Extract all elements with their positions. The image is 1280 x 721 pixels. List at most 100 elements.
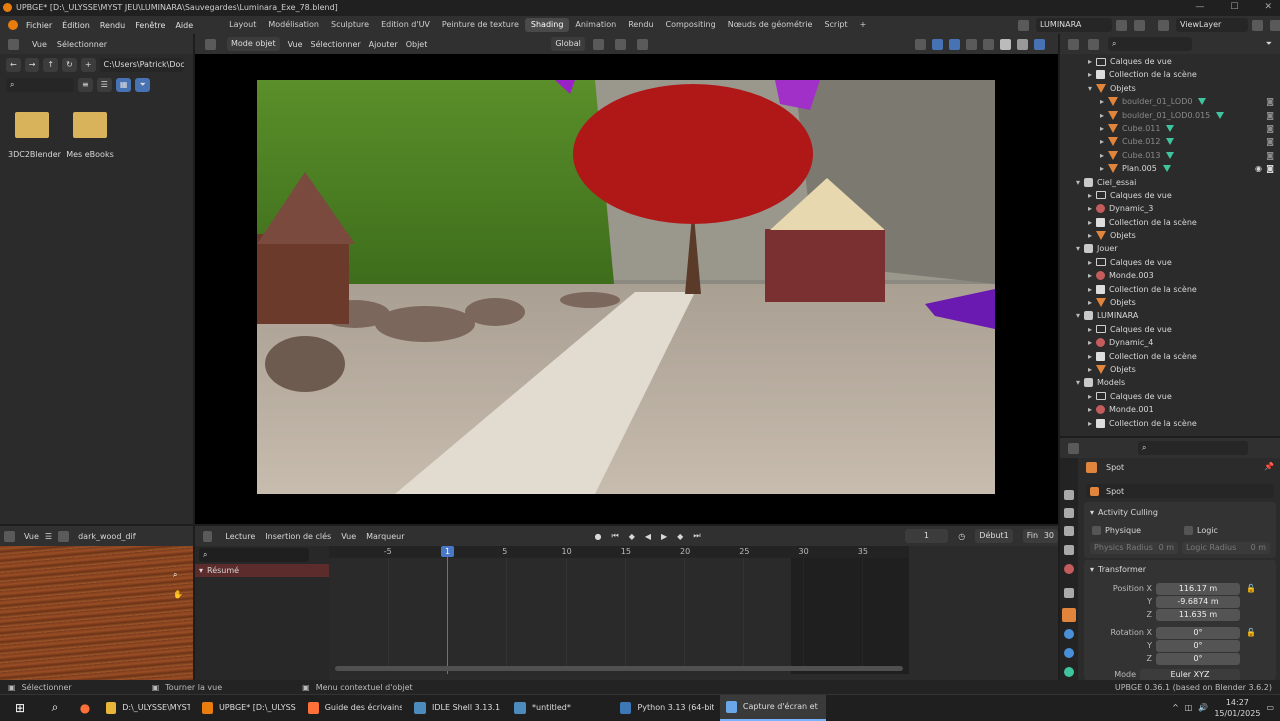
- taskbar-item[interactable]: IDLE Shell 3.13.1: [408, 695, 508, 721]
- object-tab-icon[interactable]: [1062, 608, 1076, 622]
- outliner-row[interactable]: ▸ Objets: [1060, 229, 1280, 242]
- workspace-tab[interactable]: Compositing: [660, 18, 722, 32]
- timeline-scrollbar[interactable]: [335, 666, 903, 671]
- outliner-row[interactable]: ▸ Collection de la scène: [1060, 283, 1280, 296]
- expand-arrow-icon[interactable]: ▸: [1100, 135, 1108, 148]
- expand-arrow-icon[interactable]: ▸: [1088, 417, 1096, 430]
- workspace-tab[interactable]: Layout: [223, 18, 262, 32]
- grid-view-icon[interactable]: ▦: [115, 78, 132, 92]
- expand-arrow-icon[interactable]: ▾: [1076, 242, 1084, 255]
- outliner-row[interactable]: ▸ Calques de vue: [1060, 189, 1280, 202]
- workspace-tab[interactable]: Shading: [524, 18, 570, 32]
- maximize-icon[interactable]: ☐: [1230, 2, 1238, 12]
- menu-0[interactable]: Fichier: [26, 21, 52, 30]
- expand-arrow-icon[interactable]: ▸: [1088, 403, 1096, 416]
- outliner-search-input[interactable]: ⌕: [1108, 37, 1192, 51]
- activity-culling-header[interactable]: ▾ Activity Culling: [1084, 502, 1276, 522]
- thumbnail-list-icon[interactable]: ☰: [96, 78, 112, 92]
- delete-scene-icon[interactable]: [1134, 19, 1145, 31]
- world-tab-icon[interactable]: [1064, 564, 1074, 574]
- outliner-row[interactable]: ▸ Calques de vue: [1060, 323, 1280, 336]
- xray-icon[interactable]: [966, 38, 977, 50]
- rotation-mode-dropdown[interactable]: Euler XYZ: [1140, 669, 1240, 680]
- zoom-icon[interactable]: ⌕: [173, 570, 177, 580]
- overlay-icon[interactable]: [949, 38, 960, 50]
- timeline-editor-icon[interactable]: [203, 530, 213, 542]
- timeline-menu-marker[interactable]: Marqueur: [366, 532, 404, 541]
- image-name-field[interactable]: dark_wood_diff_1: [78, 532, 136, 541]
- rotation-y-field[interactable]: 0°: [1156, 640, 1240, 652]
- clock-icon[interactable]: ◷: [958, 532, 965, 541]
- taskbar-item[interactable]: D:\_ULYSSE\MYST\...: [100, 695, 196, 721]
- windows-start-icon[interactable]: ⊞: [0, 701, 40, 715]
- forward-arrow-icon[interactable]: →: [24, 58, 40, 72]
- proportional-edit-icon[interactable]: [636, 38, 648, 50]
- viewport-menu-select[interactable]: Sélectionner: [311, 40, 361, 49]
- expand-arrow-icon[interactable]: ▸: [1088, 336, 1096, 349]
- expand-arrow-icon[interactable]: ▸: [1088, 323, 1096, 336]
- folder-item[interactable]: 3DC2Blender: [8, 112, 61, 159]
- lock-icon[interactable]: 🔓: [1246, 628, 1256, 637]
- workspace-tab[interactable]: Sculpture: [325, 18, 375, 32]
- clock[interactable]: 14:27 15/01/2025: [1214, 697, 1260, 719]
- physique-checkbox[interactable]: Physique: [1092, 526, 1141, 535]
- rotation-x-field[interactable]: 0°: [1156, 627, 1240, 639]
- 3d-viewport[interactable]: [195, 54, 1058, 524]
- workspace-tab[interactable]: Script: [818, 18, 853, 32]
- wireframe-shading-icon[interactable]: [983, 38, 994, 50]
- summary-channel[interactable]: ▾ Résumé: [195, 564, 329, 577]
- outliner-row[interactable]: ▸ Cube.013 ◙: [1060, 149, 1280, 162]
- outliner-row[interactable]: ▸ Monde.003: [1060, 269, 1280, 282]
- new-folder-icon[interactable]: +: [80, 58, 96, 72]
- outliner-filter-icon[interactable]: ⏷: [1266, 39, 1272, 49]
- expand-arrow-icon[interactable]: ▸: [1088, 269, 1096, 282]
- outliner-row[interactable]: ▾ Jouer: [1060, 242, 1280, 255]
- outliner-row[interactable]: ▸ Monde.001: [1060, 403, 1280, 416]
- pan-hand-icon[interactable]: ✋: [173, 590, 183, 599]
- image-icon[interactable]: [58, 530, 70, 542]
- data-tab-icon[interactable]: [1064, 667, 1074, 677]
- mode-dropdown[interactable]: Mode objet: [227, 37, 280, 51]
- menu-4[interactable]: Aide: [175, 21, 193, 30]
- timeline-menu-playback[interactable]: Lecture: [225, 532, 255, 541]
- outliner-row[interactable]: ▸ Calques de vue: [1060, 256, 1280, 269]
- expand-arrow-icon[interactable]: ▸: [1100, 149, 1108, 162]
- expand-arrow-icon[interactable]: ▸: [1100, 109, 1108, 122]
- render-visibility-icon[interactable]: ◙: [1266, 122, 1274, 135]
- outliner-row[interactable]: ▸ Plan.005 ◙ ◉: [1060, 162, 1280, 175]
- expand-arrow-icon[interactable]: ▸: [1088, 283, 1096, 296]
- logic-checkbox[interactable]: Logic: [1184, 526, 1218, 535]
- workspace-tab[interactable]: Modélisation: [262, 18, 325, 32]
- view-layer-icon[interactable]: [1158, 19, 1169, 31]
- position-z-field[interactable]: 11.635 m: [1156, 609, 1240, 621]
- render-visibility-icon[interactable]: ◙: [1266, 109, 1274, 122]
- expand-arrow-icon[interactable]: ▸: [1088, 296, 1096, 309]
- physics-tab-icon[interactable]: [1064, 648, 1074, 658]
- next-keyframe-icon[interactable]: ◆: [677, 532, 683, 541]
- current-frame-field[interactable]: 1: [904, 529, 949, 543]
- solid-shading-icon[interactable]: [1000, 38, 1011, 50]
- render-visibility-icon[interactable]: ◙: [1266, 162, 1274, 175]
- workspace-tab[interactable]: Animation: [569, 18, 622, 32]
- frame-ruler[interactable]: [329, 546, 909, 558]
- expand-arrow-icon[interactable]: ▸: [1088, 363, 1096, 376]
- folder-item[interactable]: Mes eBooks: [66, 112, 114, 159]
- start-frame-field[interactable]: Début 1: [975, 529, 1013, 543]
- outliner-row[interactable]: ▸ Cube.012 ◙: [1060, 135, 1280, 148]
- expand-arrow-icon[interactable]: ▾: [1076, 376, 1084, 389]
- tool-tab-icon[interactable]: [1064, 490, 1074, 500]
- menu-2[interactable]: Rendu: [100, 21, 125, 30]
- menu-3[interactable]: Fenêtre: [135, 21, 165, 30]
- material-shading-icon[interactable]: [1017, 38, 1028, 50]
- view-layer-field[interactable]: ViewLayer: [1176, 18, 1248, 32]
- taskbar-app-icon[interactable]: ●: [70, 701, 100, 715]
- expand-arrow-icon[interactable]: ▸: [1088, 229, 1096, 242]
- physics-radius-field[interactable]: Physics Radius 0 m: [1090, 542, 1178, 554]
- expand-arrow-icon[interactable]: ▸: [1088, 189, 1096, 202]
- playhead-frame[interactable]: 1: [441, 546, 454, 557]
- expand-arrow-icon[interactable]: ▸: [1100, 95, 1108, 108]
- scene-icon[interactable]: [1018, 19, 1029, 31]
- file-browser-menu-vue[interactable]: Vue: [32, 40, 47, 49]
- outliner-editor-icon[interactable]: [1068, 38, 1079, 50]
- expand-arrow-icon[interactable]: ▾: [1076, 176, 1084, 189]
